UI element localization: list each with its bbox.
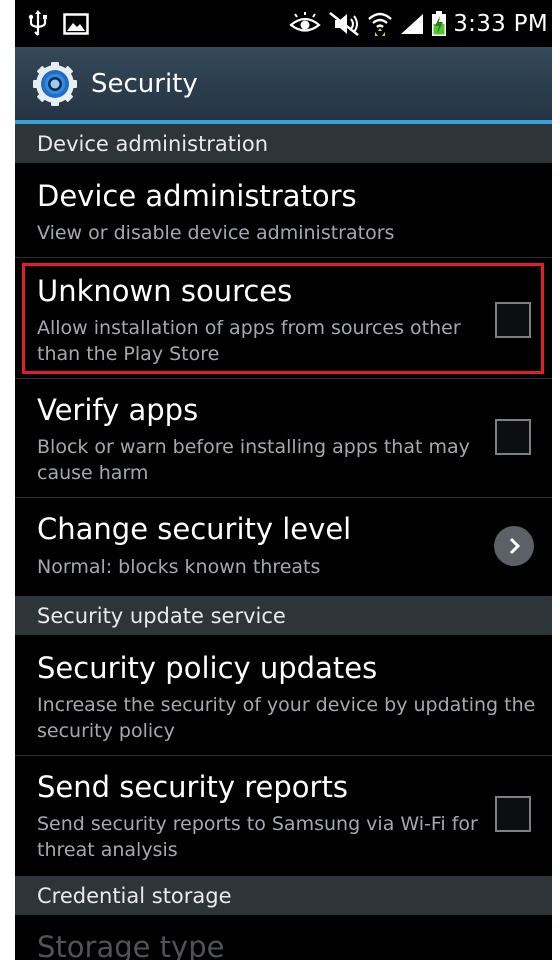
setting-change-security-level[interactable]: Change security level Normal: blocks kno… (15, 498, 552, 594)
setting-security-policy-updates[interactable]: Security policy updates Increase the sec… (15, 635, 552, 755)
setting-subtitle: Send security reports to Samsung via Wi-… (37, 813, 478, 861)
setting-title: Device administrators (37, 179, 357, 213)
setting-send-security-reports[interactable]: Send security reports Send security repo… (15, 756, 552, 874)
setting-device-administrators[interactable]: Device administrators View or disable de… (15, 163, 552, 257)
wifi-icon (368, 12, 392, 36)
section-header-label: Device administration (37, 131, 269, 156)
setting-title: Change security level (37, 512, 352, 546)
send-security-reports-checkbox[interactable] (495, 796, 531, 832)
section-header-security-update-service: Security update service (15, 596, 552, 635)
mute-icon (329, 12, 359, 36)
smart-stay-eye-icon (289, 12, 321, 32)
status-bar-left (27, 9, 89, 39)
phone-screen: 3:33 PM Security Device administration D… (15, 0, 552, 960)
chevron-right-icon (509, 537, 521, 555)
setting-title: Security policy updates (37, 651, 378, 685)
section-header-label: Security update service (37, 603, 286, 628)
setting-title: Storage type (37, 930, 225, 960)
setting-verify-apps[interactable]: Verify apps Block or warn before install… (15, 379, 552, 497)
setting-subtitle: Normal: blocks known threats (37, 556, 321, 578)
page-title: Security (91, 68, 198, 99)
status-bar-right: 3:33 PM (289, 9, 548, 39)
picture-icon (63, 13, 89, 35)
setting-subtitle: Increase the security of your device by … (37, 694, 536, 742)
setting-subtitle: Block or warn before installing apps tha… (37, 436, 470, 484)
gear-icon[interactable] (33, 61, 77, 106)
highlight-box (22, 263, 544, 374)
setting-subtitle: View or disable device administrators (37, 222, 395, 244)
status-bar: 3:33 PM (15, 0, 552, 47)
action-bar: Security (15, 47, 552, 120)
status-time: 3:33 PM (453, 11, 548, 37)
battery-charging-icon (432, 11, 447, 36)
verify-apps-checkbox[interactable] (495, 419, 531, 455)
signal-icon (401, 14, 424, 34)
section-header-label: Credential storage (37, 883, 232, 908)
section-header-device-administration: Device administration (15, 124, 552, 163)
setting-title: Send security reports (37, 770, 348, 804)
usb-icon (28, 10, 47, 36)
change-security-level-chevron-button[interactable] (494, 526, 534, 566)
setting-storage-type: Storage type (15, 915, 552, 960)
section-header-credential-storage: Credential storage (15, 876, 552, 915)
setting-title: Verify apps (37, 393, 199, 427)
